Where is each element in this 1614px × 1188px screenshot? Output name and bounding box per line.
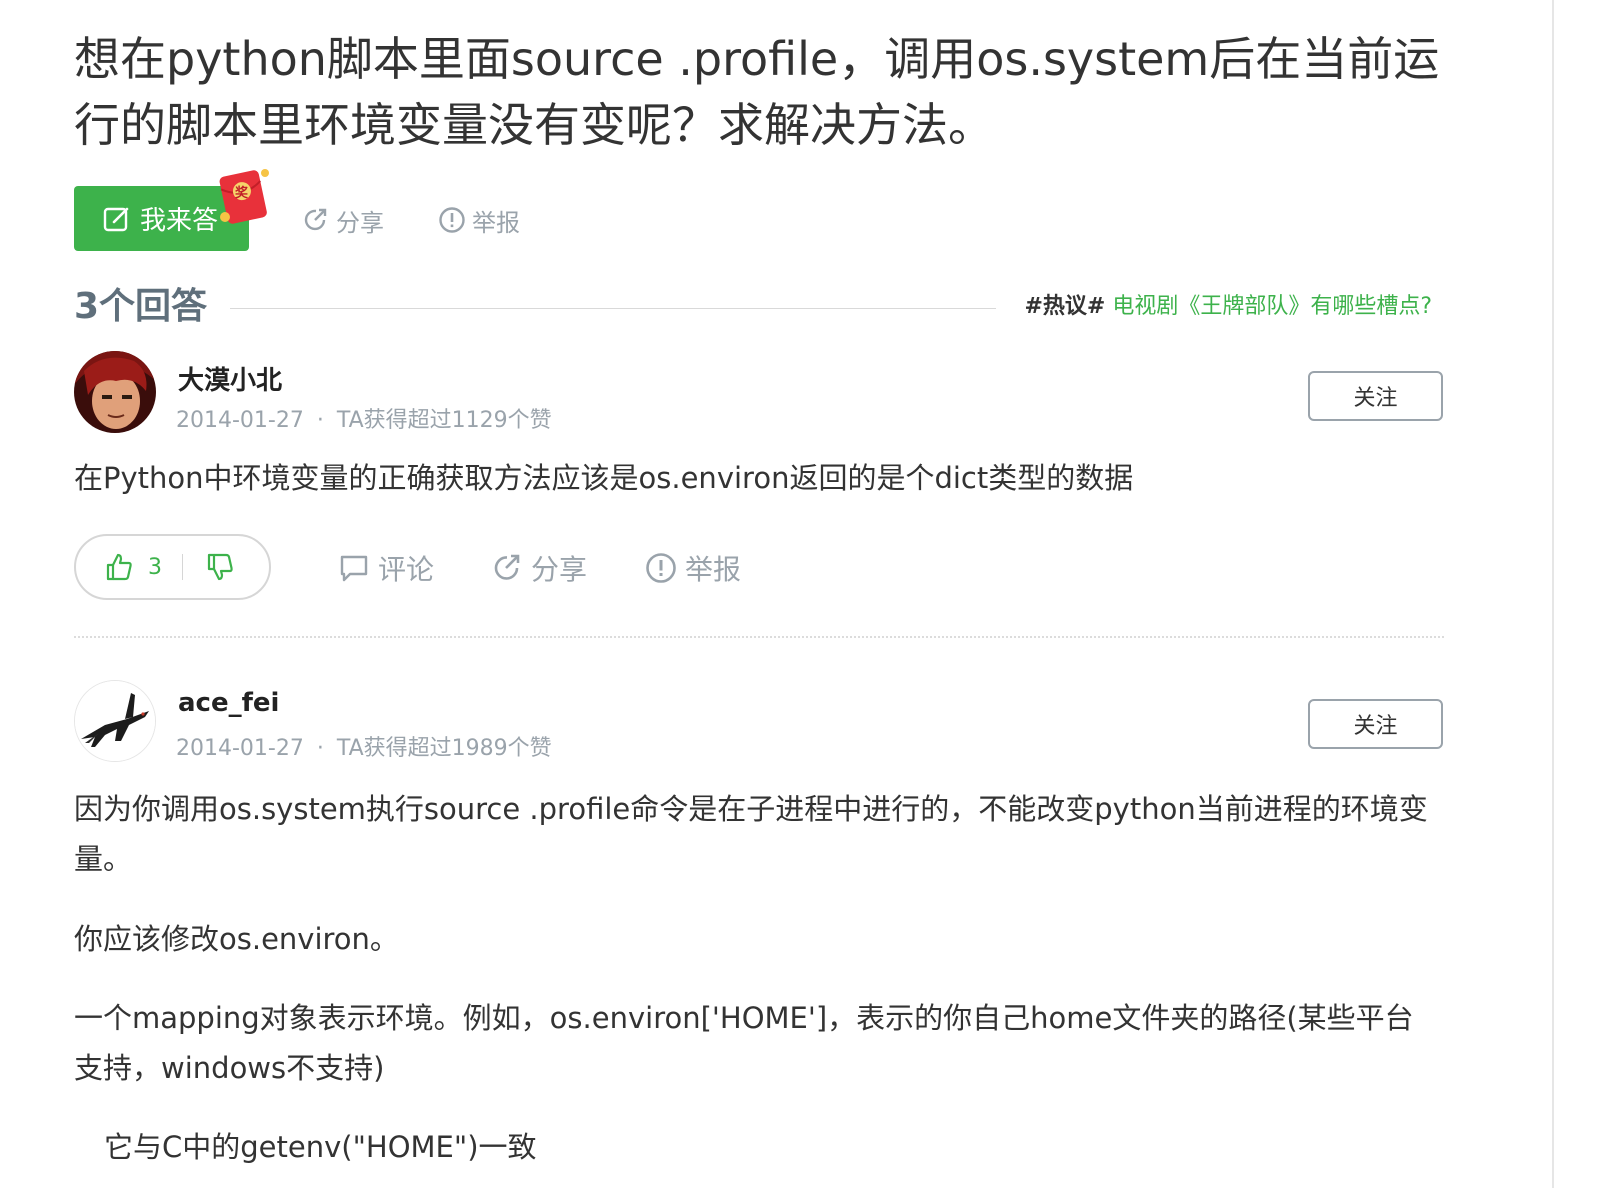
- answer-paragraph: 你应该修改os.environ。: [74, 922, 399, 956]
- answers-header: 3个回答 #热议# 电视剧《王牌部队》有哪些槽点?: [74, 282, 1444, 332]
- downvote-button[interactable]: [183, 536, 235, 598]
- comment-label: 评论: [378, 553, 435, 586]
- answer-report-label: 举报: [685, 553, 742, 586]
- hot-topic-tag: #热议#: [1024, 294, 1106, 319]
- question-report-label: 举报: [472, 208, 520, 237]
- question-page: 想在python脚本里面source .profile，调用os.system后…: [0, 0, 1614, 1188]
- question-share-button[interactable]: 分享: [302, 200, 384, 240]
- share-icon: [302, 206, 330, 234]
- answer-paragraph: 因为你调用os.system执行source .profile命令是在子进程中进…: [74, 792, 1428, 876]
- answer-report-button[interactable]: 举报: [645, 548, 741, 588]
- follow-button[interactable]: 关注: [1308, 371, 1443, 421]
- share-icon: [491, 552, 523, 584]
- upvote-count: 3: [148, 554, 162, 580]
- upvote-button[interactable]: 3: [76, 536, 162, 598]
- username[interactable]: 大漠小北: [178, 360, 282, 397]
- answer-date: 2014-01-27: [176, 408, 304, 433]
- likes-summary: TA获得超过1989个赞: [336, 736, 552, 761]
- answer-divider: [74, 636, 1444, 638]
- answer-paragraph: 它与C中的getenv("HOME")一致: [104, 1130, 537, 1164]
- follow-button[interactable]: 关注: [1308, 699, 1443, 749]
- answer-meta: 2014-01-27 · TA获得超过1129个赞: [176, 402, 552, 434]
- answer-share-label: 分享: [531, 553, 588, 586]
- question-share-label: 分享: [336, 208, 384, 237]
- hot-topic: #热议# 电视剧《王牌部队》有哪些槽点?: [1024, 292, 1432, 322]
- username[interactable]: ace_fei: [178, 688, 279, 718]
- question-title: 想在python脚本里面source .profile，调用os.system后…: [74, 32, 1440, 152]
- answer-meta: 2014-01-27 · TA获得超过1989个赞: [176, 730, 552, 762]
- answer-button-label: 我来答: [140, 206, 219, 236]
- avatar[interactable]: [74, 351, 156, 433]
- avatar[interactable]: [74, 680, 156, 762]
- comment-button[interactable]: 评论: [338, 548, 434, 588]
- answer-date: 2014-01-27: [176, 736, 304, 761]
- vote-box: 3: [74, 534, 271, 600]
- edit-icon: [102, 204, 132, 234]
- likes-summary: TA获得超过1129个赞: [336, 408, 552, 433]
- answer-share-button[interactable]: 分享: [491, 548, 587, 588]
- report-icon: [645, 552, 677, 584]
- header-divider: [230, 308, 996, 309]
- report-icon: [438, 206, 466, 234]
- answer-paragraph: 在Python中环境变量的正确获取方法应该是os.environ返回的是个dic…: [74, 461, 1134, 495]
- scrollbar[interactable]: [1552, 0, 1554, 1188]
- thumbs-up-icon: [104, 552, 134, 582]
- answers-count: 3个回答: [74, 286, 208, 327]
- meta-separator: ·: [316, 408, 324, 433]
- redpacket-badge: 奖: [215, 165, 271, 227]
- hot-topic-link[interactable]: 电视剧《王牌部队》有哪些槽点?: [1112, 294, 1432, 319]
- answer-paragraph: 一个mapping对象表示环境。例如，os.environ['HOME']，表示…: [74, 1001, 1414, 1085]
- thumbs-down-icon: [205, 552, 235, 582]
- meta-separator: ·: [316, 736, 324, 761]
- question-report-button[interactable]: 举报: [438, 200, 520, 240]
- redpacket-label: 奖: [235, 186, 249, 201]
- comment-icon: [338, 552, 370, 584]
